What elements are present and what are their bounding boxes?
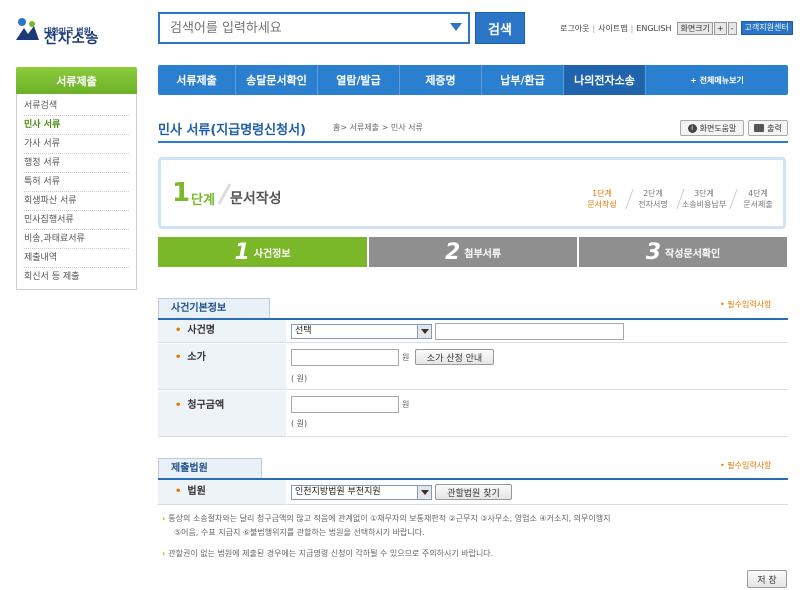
sidebar-item-nonlitigation[interactable]: 비송,과태료서류 — [24, 230, 129, 249]
current-step-title: 문서작성 — [230, 191, 282, 207]
arrow-right-icon: › — [162, 514, 166, 523]
sidebar-item-execution[interactable]: 민사집행서류 — [24, 211, 129, 230]
court-note-2: › 관할권이 없는 법원에 제출된 경우에는 지급명령 신청이 각하될 수 있으므… — [162, 549, 494, 558]
claim-guide-button[interactable]: 소가 산정 안내 — [415, 349, 494, 365]
print-label: 출력 — [767, 123, 782, 133]
step-4: 4단계 문서제출 — [743, 189, 773, 209]
amount-field: 원 ( 원) — [287, 391, 788, 437]
sidebar-item-search[interactable]: 서류검색 — [24, 97, 129, 116]
sitemap-link[interactable]: 사이트맵 — [598, 23, 627, 34]
section-case-info-title: 사건기본정보 — [158, 298, 270, 318]
claim-unit: 원 — [402, 353, 410, 362]
help-label: 화면도움말 — [699, 123, 737, 133]
substep-confirm[interactable]: 3 작성문서확인 — [579, 237, 787, 267]
sidebar-item-patent[interactable]: 특허 서류 — [24, 173, 129, 192]
chevron-down-icon — [417, 486, 431, 499]
amount-label: • 청구금액 — [158, 391, 286, 437]
step-3: 3단계 소송비용납부 — [681, 189, 727, 209]
case-name-select[interactable]: 선택 — [291, 324, 432, 339]
help-button[interactable]: i 화면도움말 — [680, 120, 744, 136]
search-input[interactable] — [160, 14, 440, 42]
save-button[interactable]: 저 장 — [747, 570, 787, 588]
search-dropdown-icon[interactable] — [450, 23, 462, 31]
nav-tab-certificate[interactable]: 제증명 — [400, 65, 482, 95]
amount-unit: 원 — [402, 400, 410, 409]
current-step-number: 1 — [172, 178, 191, 208]
sidebar-item-family[interactable]: 가사 서류 — [24, 135, 129, 154]
section-court-title: 제출법원 — [158, 458, 262, 478]
substep-attachments[interactable]: 2 첨부서류 — [369, 237, 577, 267]
case-name-input[interactable] — [435, 323, 624, 340]
utility-links: 로그아웃 | 사이트맵 | ENGLISH 화면크기 + - 고객지원센터 — [560, 20, 793, 36]
english-link[interactable]: ENGLISH — [636, 24, 671, 33]
court-logo[interactable]: 대한민국 법원 전자소송 — [12, 12, 122, 48]
font-plus-button[interactable]: + — [713, 21, 727, 35]
step-1: 1단계 문서작성 — [587, 189, 617, 209]
nav-tab-service[interactable]: 송달문서확인 — [236, 65, 318, 95]
court-field: 인천지방법원 부천지원 관할법원 찾기 — [287, 480, 788, 505]
case-name-field: 선택 — [287, 320, 788, 343]
nav-tab-submit[interactable]: 서류제출 — [158, 65, 236, 95]
case-name-label: • 사건명 — [158, 320, 286, 343]
sidebar-item-civil[interactable]: 민사 서류 — [24, 116, 129, 135]
logout-link[interactable]: 로그아웃 — [560, 23, 589, 34]
printer-icon — [754, 124, 765, 132]
claim-hint: ( 원) — [291, 374, 308, 383]
claim-value-input[interactable] — [291, 349, 399, 366]
print-button[interactable]: 출력 — [748, 120, 788, 136]
sidebar-menu: 서류검색 민사 서류 가사 서류 행정 서류 특허 서류 회생파산 서류 민사집… — [16, 94, 137, 290]
court-label: • 법원 — [158, 480, 286, 505]
nav-tab-payment[interactable]: 납부/환급 — [482, 65, 564, 95]
court-emblem-icon — [16, 18, 39, 40]
font-size-label: 화면크기 — [677, 21, 713, 35]
all-menu-button[interactable]: + 전체메뉴보기 — [646, 65, 788, 95]
substep-case-info[interactable]: 1 사건정보 — [158, 237, 367, 267]
chevron-down-icon — [417, 325, 431, 338]
court-select[interactable]: 인천지방법원 부천지원 — [291, 485, 432, 500]
divider: | — [592, 23, 596, 33]
sidebar-item-admin[interactable]: 행정 서류 — [24, 154, 129, 173]
search-button[interactable]: 검색 — [475, 12, 525, 44]
title-divider — [158, 141, 788, 143]
sidebar-item-bankruptcy[interactable]: 회생파산 서류 — [24, 192, 129, 211]
step-2: 2단계 전자서명 — [638, 189, 668, 209]
nav-tab-my[interactable]: 나의전자소송 — [564, 65, 646, 95]
current-step-label: 단계 — [191, 193, 215, 208]
nav-tab-view[interactable]: 열람/발급 — [318, 65, 400, 95]
font-minus-button[interactable]: - — [727, 21, 737, 35]
search-box — [158, 12, 470, 44]
main-nav: 서류제출 송달문서확인 열람/발급 제증명 납부/환급 나의전자소송 + 전체메… — [158, 65, 788, 95]
amount-input[interactable] — [291, 396, 399, 413]
required-note: • 필수입력사항 — [720, 461, 772, 470]
sidebar-title: 서류제출 — [16, 67, 137, 94]
customer-center-button[interactable]: 고객지원센터 — [740, 21, 793, 35]
court-note-1: › 통상의 소송절차와는 달리 청구금액의 많고 적음에 관계없이 ①채무자의 보… — [162, 514, 611, 523]
claim-value-field: 원 소가 산정 안내 ( 원) — [287, 344, 788, 390]
claim-value-label: • 소가 — [158, 344, 286, 390]
arrow-right-icon: › — [162, 549, 166, 558]
court-note-1-cont: ⑤어음, 수표 지급지 ⑥불법행위지를 관할하는 법원을 선택하시기 바랍니다. — [174, 528, 425, 537]
info-icon: i — [687, 123, 697, 133]
amount-hint: ( 원) — [291, 419, 308, 428]
breadcrumb: 홈> 서류제출 > 민사 서류 — [333, 123, 423, 132]
required-note: • 필수입력사항 — [720, 300, 772, 309]
divider: | — [630, 23, 634, 33]
logo-title: 전자소송 — [44, 31, 100, 47]
find-court-button[interactable]: 관할법원 찾기 — [435, 484, 512, 500]
sidebar-item-reply[interactable]: 회신서 등 제출 — [24, 268, 129, 287]
sidebar-item-history[interactable]: 제출내역 — [24, 249, 129, 268]
page-title: 민사 서류(지급명령신청서) — [158, 123, 306, 138]
